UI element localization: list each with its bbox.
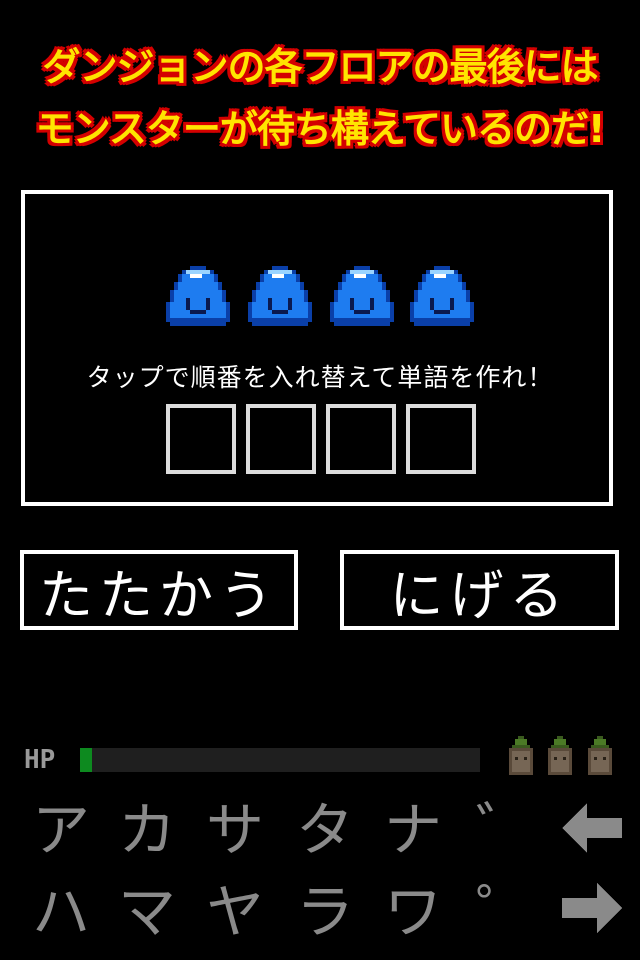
flee-button[interactable]: にげる [340, 550, 619, 630]
answer-slot[interactable] [166, 404, 236, 474]
seedling-life-icon [548, 736, 572, 775]
instruction-text: タップで順番を入れ替えて単語を作れ！ [86, 363, 554, 392]
answer-slot[interactable] [406, 404, 476, 474]
monster-group [162, 262, 482, 334]
seedling-life-icon [588, 736, 612, 775]
answer-slot[interactable] [246, 404, 316, 474]
battle-panel [21, 190, 613, 506]
hp-bar [80, 748, 480, 772]
slime-monster-icon [330, 266, 394, 326]
hp-label: HP [24, 745, 56, 775]
fight-button[interactable]: たたかう [20, 550, 298, 630]
hp-bar-fill [80, 748, 92, 772]
kana-key[interactable]: タ [290, 790, 360, 864]
kana-key[interactable]: ヤ [200, 872, 270, 946]
kana-key[interactable]: ハ [26, 872, 96, 946]
slime-monster-icon [248, 266, 312, 326]
kana-key[interactable]: ワ [378, 872, 448, 946]
arrow-left-icon[interactable] [562, 798, 622, 858]
handakuten-key[interactable]: ゜ [470, 872, 540, 946]
kana-key[interactable]: ナ [378, 790, 448, 864]
answer-slot[interactable] [326, 404, 396, 474]
arrow-right-icon[interactable] [562, 878, 622, 938]
kana-key[interactable]: カ [112, 790, 182, 864]
banner-line-2: モンスターが待ち構えているのだ! [35, 107, 606, 151]
slime-monster-icon [410, 266, 474, 326]
seedling-life-icon [509, 736, 533, 775]
kana-key[interactable]: サ [200, 790, 270, 864]
kana-key[interactable]: ア [26, 790, 96, 864]
kana-key[interactable]: ラ [290, 872, 360, 946]
banner-line-1: ダンジョンの各フロアの最後には [42, 45, 598, 89]
kana-key[interactable]: マ [112, 872, 182, 946]
slime-monster-icon [166, 266, 230, 326]
dakuten-key[interactable]: ゛ [470, 790, 540, 864]
